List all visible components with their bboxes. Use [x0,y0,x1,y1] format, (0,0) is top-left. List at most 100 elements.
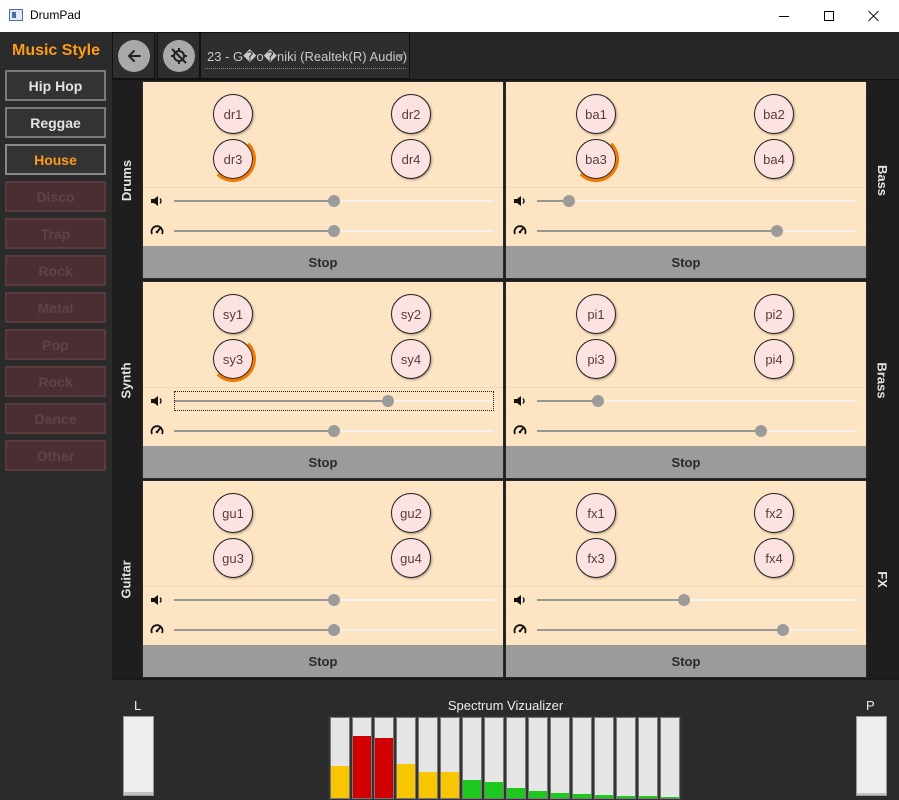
style-button-hip-hop[interactable]: Hip Hop [5,70,106,101]
spectrum-band-level [331,766,349,798]
speed-slider-thumb[interactable] [777,624,790,636]
fx-stop-button[interactable]: Stop [506,645,866,677]
pad-ba1[interactable]: ba1 [576,94,616,134]
guitar-stop-button[interactable]: Stop [143,645,503,677]
pad-pi1[interactable]: pi1 [576,294,616,334]
synth-speed-slider[interactable] [174,425,494,437]
speed-slider-row [143,220,503,242]
speed-icon [150,424,164,438]
style-button-disco: Disco [5,181,106,212]
volume-slider-fill [537,400,598,402]
left-channel-meter [123,716,154,796]
audio-device-select[interactable]: 23 - G�o�niki (Realtek(R) Audio) [200,32,410,79]
volume-slider-row [506,190,866,212]
focus-outline [174,391,494,411]
drums-volume-slider[interactable] [174,195,494,207]
pad-ba3[interactable]: ba3 [576,139,616,179]
minimize-button[interactable] [761,0,807,32]
spectrum-band-level [375,738,393,798]
divider [143,387,503,388]
volume-slider-thumb[interactable] [678,594,691,606]
drums-group-label: Drums [112,81,141,279]
spectrum-band [506,717,526,799]
volume-icon [513,394,527,408]
audio-device-label: 23 - G�o�niki (Realtek(R) Audio) [207,49,408,64]
bass-stop-button[interactable]: Stop [506,246,866,278]
music-style-sidebar: Music Style Hip Hop Reggae House Disco Trap R… [0,32,112,800]
drums-speed-slider[interactable] [174,225,494,237]
minimize-icon [779,15,789,17]
synth-group-label: Synth [112,281,141,479]
fx-speed-slider[interactable] [537,624,857,636]
speed-slider-thumb[interactable] [771,225,783,237]
maximize-button[interactable] [806,0,852,32]
speed-slider-thumb[interactable] [328,425,340,437]
volume-slider-fill [174,200,334,202]
drums-stop-button[interactable]: Stop [143,246,503,278]
spectrum-band [440,717,460,799]
left-channel-level [124,791,153,795]
style-button-house[interactable]: House [5,144,106,175]
chevron-down-icon [396,54,404,59]
back-button[interactable] [118,40,150,72]
speed-icon [513,424,527,438]
mute-mic-button[interactable] [163,40,195,72]
style-button-other: Other [5,440,106,471]
brass-stop-button[interactable]: Stop [506,446,866,478]
speed-icon [513,224,527,238]
speed-icon [513,623,527,637]
bass-group-label-text: Bass [875,164,891,196]
guitar-speed-slider[interactable] [174,624,494,636]
spectrum-band-level [529,790,547,798]
pad-sy4[interactable]: sy4 [391,339,431,379]
speed-slider-row [506,420,866,442]
pad-dr2[interactable]: dr2 [391,94,431,134]
pad-sy2[interactable]: sy2 [391,294,431,334]
bass-speed-slider[interactable] [537,225,857,237]
spectrum-band-level [441,771,459,798]
pad-fx1[interactable]: fx1 [576,493,616,533]
divider [143,586,503,587]
bass-panel: ba1 ba2 ba3 ba4 Stop [505,81,867,279]
spectrum-band-level [485,782,503,798]
pad-fx2[interactable]: fx2 [754,493,794,533]
guitar-volume-slider[interactable] [174,594,494,606]
fx-volume-slider[interactable] [537,594,857,606]
synth-stop-button[interactable]: Stop [143,446,503,478]
spectrum-band [418,717,438,799]
style-button-reggae[interactable]: Reggae [5,107,106,138]
pad-ba2[interactable]: ba2 [754,94,794,134]
pad-gu1[interactable]: gu1 [213,493,253,533]
volume-slider-thumb[interactable] [328,195,340,207]
volume-slider-thumb[interactable] [328,594,340,606]
pad-fx3[interactable]: fx3 [576,538,616,578]
pad-pi2[interactable]: pi2 [754,294,794,334]
pad-pi4[interactable]: pi4 [754,339,794,379]
pad-pi3[interactable]: pi3 [576,339,616,379]
volume-slider-thumb[interactable] [591,395,604,407]
pad-sy3[interactable]: sy3 [213,339,253,379]
speed-slider-thumb[interactable] [328,624,340,636]
pad-dr4[interactable]: dr4 [391,139,431,179]
pad-gu2[interactable]: gu2 [391,493,431,533]
speed-slider-fill [174,629,334,631]
style-button-pop: Pop [5,329,106,360]
pad-dr3[interactable]: dr3 [213,139,253,179]
volume-slider-row [143,390,503,412]
volume-slider-fill [537,599,685,601]
speed-slider-thumb[interactable] [755,425,767,437]
bass-volume-slider[interactable] [537,195,857,207]
pad-gu3[interactable]: gu3 [213,538,253,578]
pad-gu4[interactable]: gu4 [391,538,431,578]
pad-sy1[interactable]: sy1 [213,294,253,334]
speed-slider-row [143,420,503,442]
pad-ba4[interactable]: ba4 [754,139,794,179]
volume-slider-thumb[interactable] [563,195,575,207]
brass-speed-slider[interactable] [537,425,857,437]
close-button[interactable] [851,0,897,32]
speed-slider-thumb[interactable] [328,225,340,237]
speed-slider-fill [537,230,777,232]
pad-fx4[interactable]: fx4 [754,538,794,578]
pad-dr1[interactable]: dr1 [213,94,253,134]
brass-volume-slider[interactable] [537,395,857,407]
